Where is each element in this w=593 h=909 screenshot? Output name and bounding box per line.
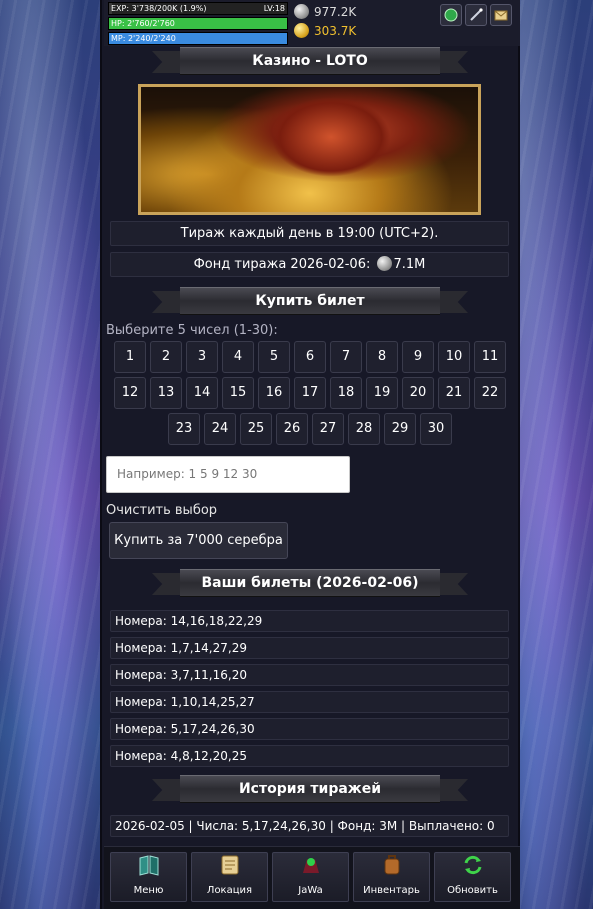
numbers-input[interactable]: Например: 1 5 9 12 30: [106, 456, 350, 493]
number-button[interactable]: 12: [114, 377, 146, 409]
dragon-treasure-image: [138, 84, 481, 215]
refresh-icon: [435, 853, 510, 885]
left-background: [0, 0, 100, 909]
exp-bar: EXP: 3'738/200K (1.9%) LV:18: [108, 2, 288, 15]
ticket-row: Номера: 1,7,14,27,29: [110, 637, 509, 659]
number-button[interactable]: 27: [312, 413, 344, 445]
silver-coin-icon: [294, 4, 309, 19]
stat-bars: EXP: 3'738/200K (1.9%) LV:18 HP: 2'760/2…: [108, 2, 288, 47]
number-button[interactable]: 21: [438, 377, 470, 409]
location-button-label: Локация: [206, 885, 253, 896]
number-row: 12 13 14 15 16 17 18 19 20 21 22: [106, 377, 514, 409]
ticket-row: Номера: 1,10,14,25,27: [110, 691, 509, 713]
gold-coin-icon: [294, 23, 309, 38]
number-row: 23 24 25 26 27 28 29 30: [106, 413, 514, 445]
number-button[interactable]: 13: [150, 377, 182, 409]
number-button[interactable]: 19: [366, 377, 398, 409]
history-title: История тиражей: [238, 781, 382, 797]
number-button[interactable]: 4: [222, 341, 254, 373]
number-button[interactable]: 11: [474, 341, 506, 373]
number-button[interactable]: 25: [240, 413, 272, 445]
backpack-icon: [354, 853, 429, 885]
number-button[interactable]: 14: [186, 377, 218, 409]
status-header: EXP: 3'738/200K (1.9%) LV:18 HP: 2'760/2…: [104, 0, 520, 46]
top-icon-group: [440, 4, 512, 26]
choose-numbers-label: Выберите 5 чисел (1-30):: [106, 323, 278, 338]
character-icon: [273, 853, 348, 885]
silver-amount: 977.2K: [314, 4, 357, 19]
number-button[interactable]: 18: [330, 377, 362, 409]
casino-header-ribbon: Казино - LOTO: [152, 47, 468, 75]
number-button[interactable]: 29: [384, 413, 416, 445]
buy-ticket-button[interactable]: Купить за 7'000 серебра: [109, 522, 288, 559]
level-text: LV:18: [263, 4, 285, 13]
number-button[interactable]: 15: [222, 377, 254, 409]
number-button[interactable]: 28: [348, 413, 380, 445]
number-button[interactable]: 7: [330, 341, 362, 373]
tickets-title: Ваши билеты (2026-02-06): [201, 575, 419, 591]
refresh-button-label: Обновить: [447, 885, 498, 896]
mp-text: MP: 2'240/2'240: [111, 34, 176, 43]
number-button[interactable]: 8: [366, 341, 398, 373]
fund-label: Фонд тиража 2026-02-06:: [193, 257, 371, 272]
gold-amount: 303.7K: [314, 23, 357, 38]
wand-icon[interactable]: [465, 4, 487, 26]
menu-button[interactable]: Меню: [110, 852, 187, 902]
number-button[interactable]: 16: [258, 377, 290, 409]
number-button[interactable]: 20: [402, 377, 434, 409]
character-button-label: JaWa: [298, 885, 323, 896]
refresh-button[interactable]: Обновить: [434, 852, 511, 902]
hp-bar: HP: 2'760/2'760: [108, 17, 288, 30]
number-button[interactable]: 10: [438, 341, 470, 373]
exp-text: EXP: 3'738/200K (1.9%): [111, 4, 207, 13]
inventory-button[interactable]: Инвентарь: [353, 852, 430, 902]
tickets-header-ribbon: Ваши билеты (2026-02-06): [152, 569, 468, 597]
number-grid: 1 2 3 4 5 6 7 8 9 10 11 12 13 14 15 16 17 18 19 20 21 22 23 2…: [106, 341, 514, 449]
ticket-row: Номера: 3,7,11,16,20: [110, 664, 509, 686]
number-row: 1 2 3 4 5 6 7 8 9 10 11: [106, 341, 514, 373]
number-button[interactable]: 6: [294, 341, 326, 373]
draw-time-info: Тираж каждый день в 19:00 (UTC+2).: [110, 221, 509, 246]
clear-selection-link[interactable]: Очистить выбор: [106, 503, 217, 518]
location-button[interactable]: Локация: [191, 852, 268, 902]
history-header-ribbon: История тиражей: [152, 775, 468, 803]
ticket-row: Номера: 5,17,24,26,30: [110, 718, 509, 740]
hp-text: HP: 2'760/2'760: [111, 19, 175, 28]
number-button[interactable]: 30: [420, 413, 452, 445]
number-button[interactable]: 23: [168, 413, 200, 445]
ticket-row: Номера: 4,8,12,20,25: [110, 745, 509, 767]
mail-icon[interactable]: [490, 4, 512, 26]
number-button[interactable]: 2: [150, 341, 182, 373]
green-orb-icon[interactable]: [440, 4, 462, 26]
ticket-row: Номера: 14,16,18,22,29: [110, 610, 509, 632]
currency-panel: 977.2K 303.7K: [294, 2, 356, 40]
scroll-map-icon: [192, 853, 267, 885]
number-button[interactable]: 1: [114, 341, 146, 373]
mp-bar: MP: 2'240/2'240: [108, 32, 288, 45]
menu-button-label: Меню: [133, 885, 164, 896]
number-button[interactable]: 3: [186, 341, 218, 373]
silver-coin-icon: [376, 256, 392, 271]
history-row: 2026-02-05 | Числа: 5,17,24,26,30 | Фонд…: [110, 815, 509, 837]
number-button[interactable]: 9: [402, 341, 434, 373]
number-button[interactable]: 26: [276, 413, 308, 445]
number-button[interactable]: 24: [204, 413, 236, 445]
character-button[interactable]: JaWa: [272, 852, 349, 902]
buy-title: Купить билет: [255, 293, 365, 309]
book-icon: [111, 853, 186, 885]
number-button[interactable]: 17: [294, 377, 326, 409]
number-button[interactable]: 5: [258, 341, 290, 373]
buy-header-ribbon: Купить билет: [152, 287, 468, 315]
fund-info: Фонд тиража 2026-02-06: 7.1M: [110, 252, 509, 277]
number-button[interactable]: 22: [474, 377, 506, 409]
casino-title: Казино - LOTO: [252, 53, 368, 69]
bottom-menu: Меню Локация JaWa Инвентарь Обновить: [104, 846, 520, 909]
inventory-button-label: Инвентарь: [363, 885, 420, 896]
fund-value: 7.1M: [393, 257, 426, 272]
